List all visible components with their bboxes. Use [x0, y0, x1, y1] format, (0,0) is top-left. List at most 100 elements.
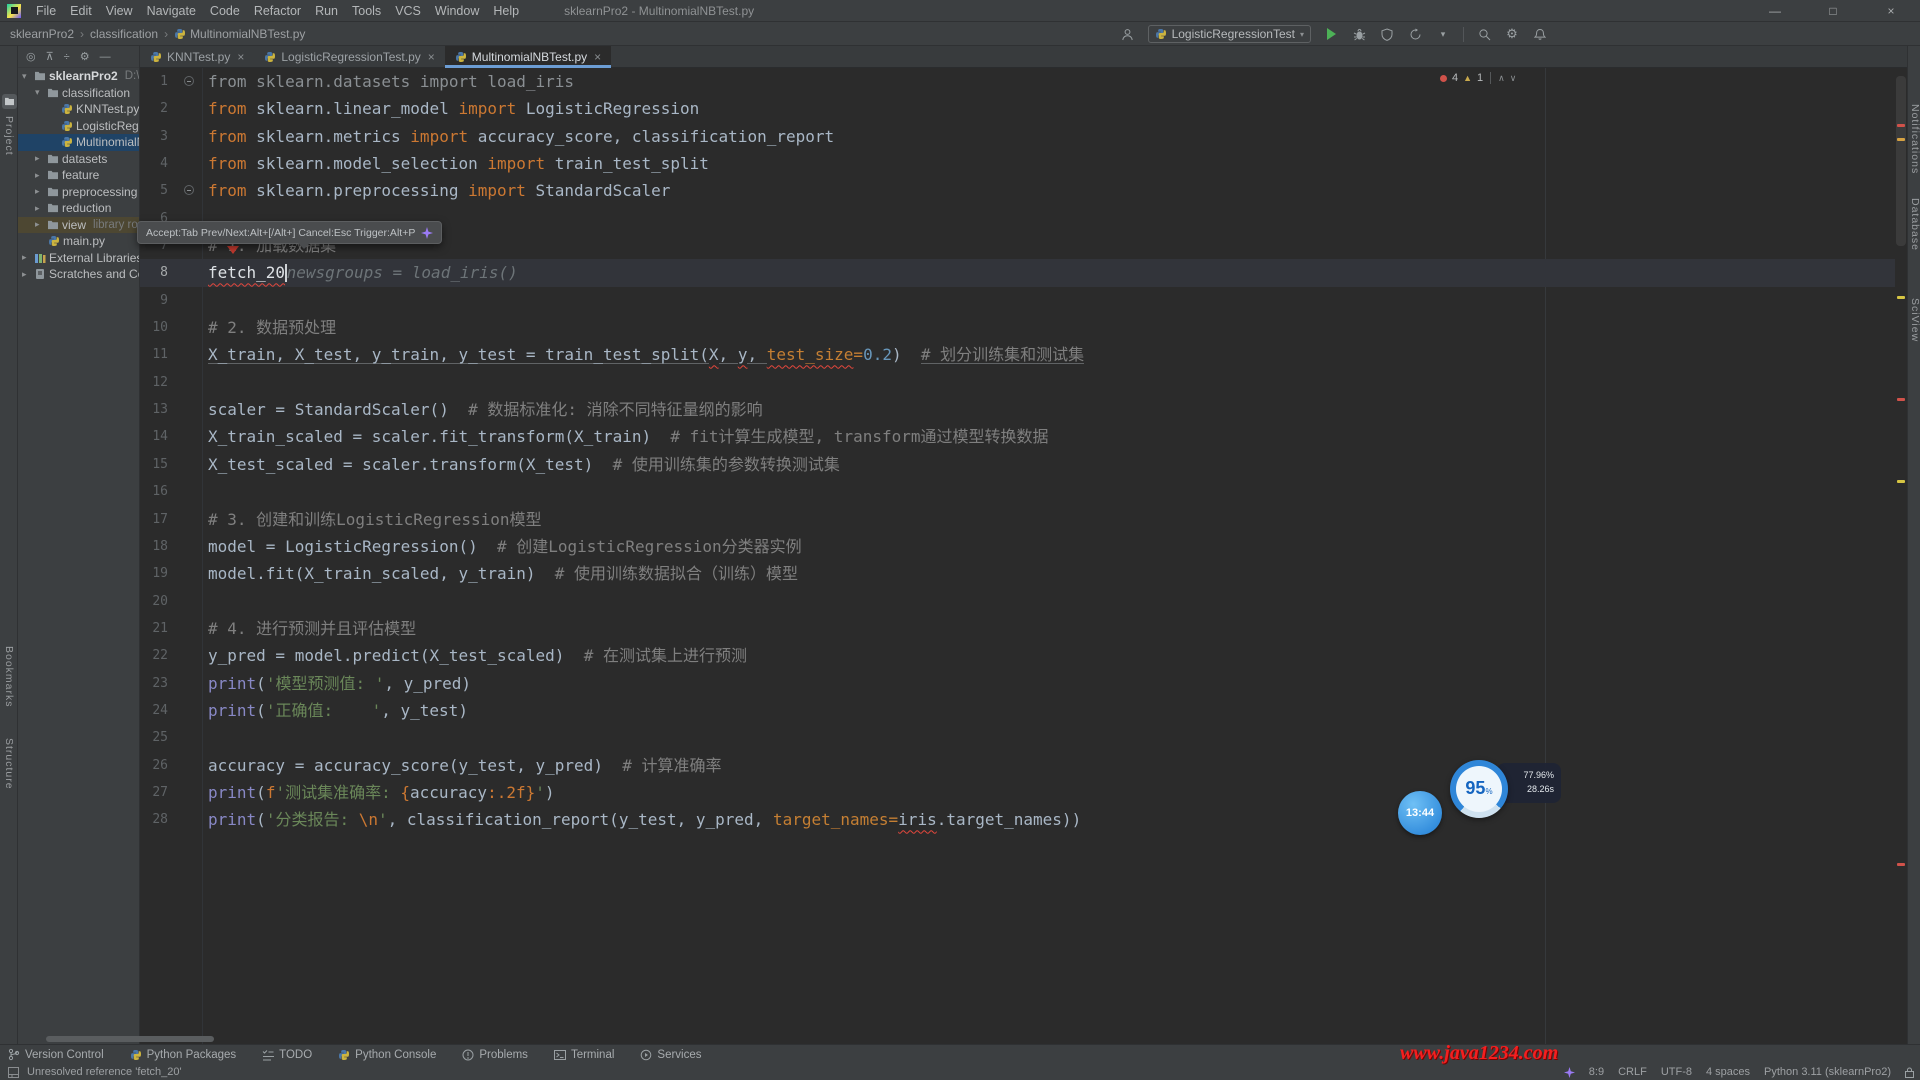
- menu-tools[interactable]: Tools: [345, 4, 388, 18]
- inspections-widget[interactable]: 4 ▲ 1 ∧ ∨: [1440, 72, 1516, 84]
- tree-item-datasets[interactable]: ▸datasets: [18, 151, 139, 168]
- python-interpreter[interactable]: Python 3.11 (sklearnPro2): [1764, 1066, 1891, 1078]
- error-stripe-mark[interactable]: [1897, 398, 1905, 401]
- close-icon[interactable]: ×: [594, 50, 601, 64]
- menu-run[interactable]: Run: [308, 4, 345, 18]
- locate-icon[interactable]: ◎: [26, 50, 36, 63]
- chevron-right-icon[interactable]: ▸: [35, 153, 44, 164]
- tool-window-problems[interactable]: Problems: [462, 1049, 528, 1061]
- menu-view[interactable]: View: [99, 4, 140, 18]
- breadcrumb-item-2[interactable]: MultinomialNBTest.py: [174, 27, 305, 41]
- horizontal-scrollbar[interactable]: [46, 1036, 214, 1042]
- tool-window-python-packages[interactable]: Python Packages: [130, 1049, 237, 1061]
- profiler-icon[interactable]: [1407, 26, 1423, 42]
- tool-window-python-console[interactable]: Python Console: [338, 1049, 436, 1061]
- user-icon[interactable]: [1120, 26, 1136, 42]
- caret-position[interactable]: 8:9: [1589, 1066, 1604, 1078]
- fold-icon[interactable]: [184, 185, 194, 195]
- warning-stripe-mark[interactable]: [1897, 296, 1905, 299]
- project-tool-icon[interactable]: [2, 94, 17, 109]
- menu-code[interactable]: Code: [203, 4, 247, 18]
- prev-problem-icon[interactable]: ∧: [1498, 73, 1505, 84]
- lock-icon[interactable]: [1905, 1067, 1914, 1078]
- warning-stripe-mark[interactable]: [1897, 138, 1905, 141]
- menu-vcs[interactable]: VCS: [388, 4, 428, 18]
- tree-item-classification[interactable]: ▾classification: [18, 85, 139, 102]
- debug-icon[interactable]: [1351, 26, 1367, 42]
- tree-item-multinomialnbtest-py[interactable]: MultinomialNBTest.py: [18, 134, 139, 151]
- sidebar-item-bookmarks[interactable]: Bookmarks: [3, 646, 15, 708]
- overlay-gauge[interactable]: 95 %: [1450, 760, 1508, 818]
- run-button[interactable]: [1323, 26, 1339, 42]
- gear-icon[interactable]: ⚙: [80, 50, 90, 63]
- ai-assistant-icon[interactable]: [1564, 1067, 1575, 1078]
- editor-area[interactable]: KNNTest.py×LogisticRegressionTest.py×Mul…: [140, 46, 1907, 1044]
- tree-item-logisticregressiontest-py[interactable]: LogisticRegressionTest.py: [18, 118, 139, 135]
- sidebar-item-database[interactable]: Database: [1909, 198, 1920, 251]
- chevron-right-icon[interactable]: ▸: [35, 203, 44, 214]
- menu-window[interactable]: Window: [428, 4, 486, 18]
- tree-item-feature[interactable]: ▸feature: [18, 167, 139, 184]
- search-icon[interactable]: [1476, 26, 1492, 42]
- status-message[interactable]: Unresolved reference 'fetch_20': [27, 1066, 182, 1078]
- close-icon[interactable]: ×: [428, 50, 435, 64]
- overlay-timer[interactable]: 13:44: [1398, 791, 1442, 835]
- breadcrumb-item-0[interactable]: sklearnPro2: [10, 27, 74, 41]
- error-stripe-mark[interactable]: [1897, 124, 1905, 127]
- chevron-right-icon[interactable]: ▸: [35, 186, 44, 197]
- run-configuration-select[interactable]: LogisticRegressionTest ▾: [1148, 25, 1311, 43]
- sidebar-item-structure[interactable]: Structure: [3, 738, 15, 790]
- tool-window-todo[interactable]: TODO: [262, 1049, 312, 1061]
- tree-item-preprocessing[interactable]: ▸preprocessing: [18, 184, 139, 201]
- line-separator[interactable]: CRLF: [1618, 1066, 1647, 1078]
- scrollbar-thumb[interactable]: [1896, 76, 1906, 246]
- tab-logisticregressiontest-py[interactable]: LogisticRegressionTest.py×: [254, 46, 444, 67]
- hide-panel-icon[interactable]: —: [100, 51, 111, 63]
- next-problem-icon[interactable]: ∨: [1510, 73, 1517, 84]
- maximize-button[interactable]: □: [1804, 0, 1862, 22]
- tool-window-services[interactable]: Services: [640, 1049, 701, 1061]
- menu-file[interactable]: File: [29, 4, 63, 18]
- chevron-right-icon[interactable]: ▸: [35, 219, 44, 230]
- tree-item-main-py[interactable]: main.py: [18, 233, 139, 250]
- menu-edit[interactable]: Edit: [63, 4, 99, 18]
- coverage-icon[interactable]: [1379, 26, 1395, 42]
- tree-item-view[interactable]: ▸viewlibrary ro: [18, 217, 139, 234]
- tree-item-knntest-py[interactable]: KNNTest.py: [18, 101, 139, 118]
- sidebar-item-project[interactable]: Project: [3, 116, 15, 156]
- error-stripe-mark[interactable]: [1897, 863, 1905, 866]
- tool-window-version-control[interactable]: Version Control: [8, 1048, 104, 1061]
- fold-icon[interactable]: [184, 76, 194, 86]
- chevron-down-icon[interactable]: ▾: [1435, 26, 1451, 42]
- minimize-button[interactable]: —: [1746, 0, 1804, 22]
- sidebar-item-sciview[interactable]: SciView: [1909, 298, 1920, 342]
- vertical-scrollbar[interactable]: [1895, 68, 1907, 1044]
- breadcrumb-item-1[interactable]: classification: [90, 27, 158, 41]
- close-icon[interactable]: ×: [237, 50, 244, 64]
- tool-window-terminal[interactable]: Terminal: [554, 1049, 614, 1061]
- chevron-down-icon[interactable]: ▾: [22, 71, 31, 82]
- tree-item-sklearnpro2[interactable]: ▾sklearnPro2D:\skl: [18, 68, 139, 85]
- sidebar-item-notifications[interactable]: Notifications: [1909, 104, 1920, 174]
- warning-stripe-mark[interactable]: [1897, 480, 1905, 483]
- tree-item-external-libraries[interactable]: ▸External Libraries: [18, 250, 139, 267]
- tree-item-reduction[interactable]: ▸reduction: [18, 200, 139, 217]
- chevron-right-icon[interactable]: ▸: [35, 170, 44, 181]
- chevron-right-icon[interactable]: ▸: [22, 252, 31, 263]
- notifications-bell-icon[interactable]: [1532, 26, 1548, 42]
- status-message-area[interactable]: Unresolved reference 'fetch_20': [0, 1066, 182, 1078]
- settings-gear-icon[interactable]: ⚙: [1504, 26, 1520, 42]
- menu-help[interactable]: Help: [486, 4, 526, 18]
- menu-navigate[interactable]: Navigate: [140, 4, 203, 18]
- layout-icon[interactable]: [8, 1067, 19, 1078]
- collapse-all-icon[interactable]: ⊼: [46, 50, 54, 63]
- file-encoding[interactable]: UTF-8: [1661, 1066, 1692, 1078]
- close-button[interactable]: ×: [1862, 0, 1920, 22]
- chevron-down-icon[interactable]: ▾: [35, 87, 44, 98]
- chevron-right-icon[interactable]: ▸: [22, 269, 31, 280]
- indent-style[interactable]: 4 spaces: [1706, 1066, 1750, 1078]
- tree-item-scratches-and-consoles[interactable]: ▸Scratches and Consoles: [18, 266, 139, 283]
- options-icon[interactable]: ÷: [64, 51, 70, 63]
- tab-knntest-py[interactable]: KNNTest.py×: [140, 46, 254, 67]
- tab-multinomialnbtest-py[interactable]: MultinomialNBTest.py×: [445, 46, 611, 67]
